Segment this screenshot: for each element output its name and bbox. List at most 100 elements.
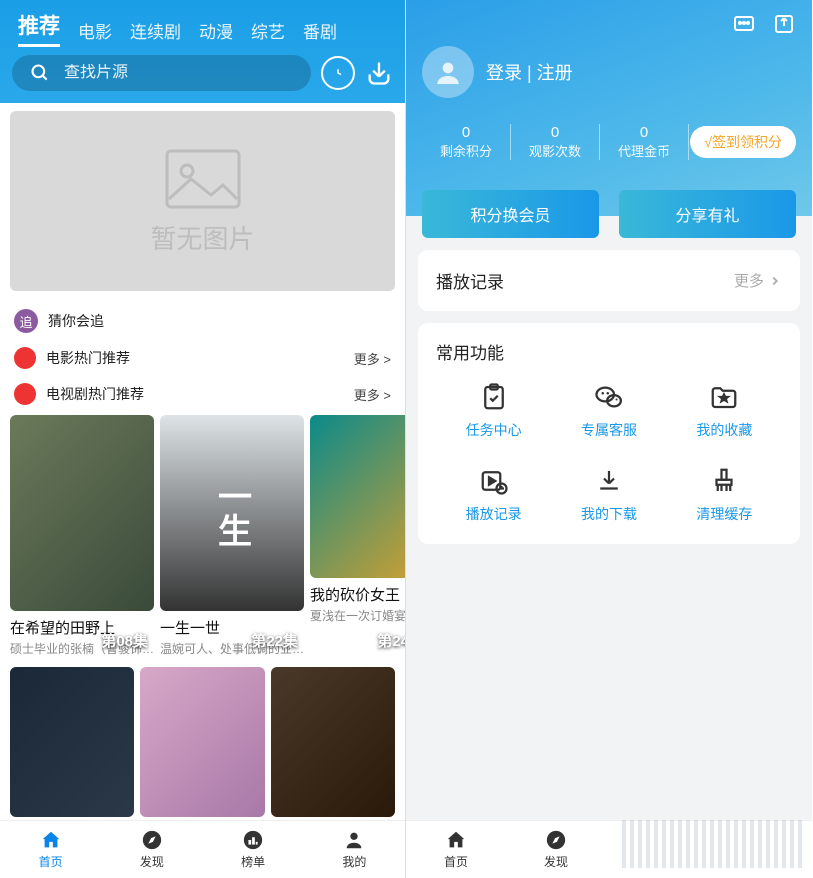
func-label: 我的下载: [581, 504, 637, 524]
more-link[interactable]: 更多 >: [354, 385, 391, 404]
red-dot-icon: [14, 347, 36, 369]
func-downloads[interactable]: 我的下载: [551, 466, 666, 524]
user-row: 登录 | 注册: [422, 46, 796, 98]
functions-card: 常用功能 任务中心 专属客服 我的收藏 播放记录 我的下载 清理缓存: [418, 323, 800, 544]
poster: 第08集: [10, 415, 154, 611]
stat-points[interactable]: 0剩余积分: [422, 124, 511, 160]
red-dot-icon: [14, 383, 36, 405]
nav-discover[interactable]: 发现: [506, 821, 606, 878]
share-button[interactable]: [772, 12, 796, 36]
profile-header: 登录 | 注册 0剩余积分 0观影次数 0代理金币 √签到领积分 积分换会员 分…: [406, 0, 812, 216]
tab-series[interactable]: 连续剧: [130, 18, 181, 47]
stat-value: 0: [440, 124, 492, 141]
history-card: 播放记录 更多: [418, 250, 800, 311]
nav-label: 榜单: [241, 853, 265, 870]
history-more[interactable]: 更多: [734, 270, 782, 291]
message-button[interactable]: [732, 12, 756, 36]
signin-button[interactable]: √签到领积分: [690, 126, 796, 158]
tab-bangumi[interactable]: 番剧: [303, 18, 337, 47]
nav-label: 首页: [444, 853, 468, 870]
stat-value: 0: [618, 124, 670, 141]
tv-grid: 第08集 在希望的田野上 硕士毕业的张楠（曹骏饰… 一生第22集 一生一世 温婉…: [0, 409, 405, 657]
login-register-link[interactable]: 登录 | 注册: [486, 59, 573, 85]
functions-title: 常用功能: [436, 339, 782, 364]
stat-label: 观影次数: [529, 141, 581, 160]
history-button[interactable]: [321, 56, 355, 90]
tab-anime[interactable]: 动漫: [199, 18, 233, 47]
nav-mine[interactable]: 我的: [304, 821, 405, 878]
folder-star-icon: [709, 382, 739, 412]
hero-text: 暂无图片: [150, 219, 254, 256]
poster: 第24集: [310, 415, 405, 578]
download-icon: [594, 466, 624, 496]
nav-discover[interactable]: 发现: [101, 821, 202, 878]
stat-watch[interactable]: 0观影次数: [511, 124, 600, 160]
clock-icon: [329, 64, 347, 82]
nav-label: 发现: [544, 853, 568, 870]
download-button[interactable]: [365, 59, 393, 87]
bottom-nav: 首页 发现: [406, 820, 812, 878]
show-card[interactable]: 一生第22集 一生一世 温婉可人、处事低调的业…: [160, 415, 304, 657]
share-gift-button[interactable]: 分享有礼: [619, 190, 796, 238]
card-title: 我的砍价女王: [310, 584, 405, 605]
nav-label: 首页: [39, 853, 63, 870]
content-area: 暂无图片 追 猜你会追 电影热门推荐 更多 > 电视剧热门推荐 更多 > 第08…: [0, 103, 405, 820]
nav-home[interactable]: 首页: [406, 821, 506, 878]
nav-rank[interactable]: 榜单: [203, 821, 304, 878]
show-card[interactable]: [10, 667, 134, 817]
tab-movie[interactable]: 电影: [78, 18, 112, 47]
chevron-right-icon: [768, 274, 782, 288]
func-label: 任务中心: [466, 420, 522, 440]
person-icon: [432, 56, 464, 88]
chart-icon: [242, 829, 264, 851]
bottom-nav: 首页 发现 榜单 我的: [0, 820, 405, 878]
tab-recommend[interactable]: 推荐: [18, 10, 60, 47]
history-title: 播放记录: [436, 268, 734, 293]
stat-value: 0: [529, 124, 581, 141]
nav-label: 我的: [342, 853, 366, 870]
show-card[interactable]: 第24集 我的砍价女王 夏浅在一次订婚宴上…: [310, 415, 405, 657]
func-favorites[interactable]: 我的收藏: [667, 382, 782, 440]
show-card[interactable]: [271, 667, 395, 817]
home-icon: [40, 829, 62, 851]
search-box[interactable]: [12, 55, 311, 91]
nav-home[interactable]: 首页: [0, 821, 101, 878]
section-tv-hot: 电视剧热门推荐 更多 >: [0, 373, 405, 409]
search-input[interactable]: [64, 64, 293, 82]
func-label: 清理缓存: [696, 504, 752, 524]
tab-variety[interactable]: 综艺: [251, 18, 285, 47]
show-card[interactable]: [140, 667, 264, 817]
avatar[interactable]: [422, 46, 474, 98]
person-icon: [343, 829, 365, 851]
more-link[interactable]: 更多 >: [354, 349, 391, 368]
func-label: 专属客服: [581, 420, 637, 440]
section-guess: 追 猜你会追: [0, 299, 405, 337]
stats-row: 0剩余积分 0观影次数 0代理金币 √签到领积分: [422, 124, 796, 160]
header: 推荐 电影 连续剧 动漫 综艺 番剧: [0, 0, 405, 103]
poster: 一生第22集: [160, 415, 304, 611]
func-label: 我的收藏: [696, 420, 752, 440]
func-history[interactable]: 播放记录: [436, 466, 551, 524]
func-support[interactable]: 专属客服: [551, 382, 666, 440]
wechat-icon: [594, 382, 624, 412]
compass-icon: [141, 829, 163, 851]
tv-grid-2: [0, 657, 405, 817]
image-placeholder-icon: [163, 147, 243, 211]
chase-badge-icon: 追: [14, 309, 38, 333]
hero-banner[interactable]: 暂无图片: [10, 111, 395, 291]
search-row: [12, 55, 393, 91]
card-subtitle: 夏浅在一次订婚宴上…: [310, 607, 405, 624]
top-actions: [422, 12, 796, 36]
brush-icon: [709, 466, 739, 496]
show-card[interactable]: 第08集 在希望的田野上 硕士毕业的张楠（曹骏饰…: [10, 415, 154, 657]
search-icon: [30, 63, 50, 83]
functions-grid: 任务中心 专属客服 我的收藏 播放记录 我的下载 清理缓存: [436, 382, 782, 524]
section-title: 电影热门推荐: [46, 348, 344, 368]
home-icon: [445, 829, 467, 851]
func-clear-cache[interactable]: 清理缓存: [667, 466, 782, 524]
points-vip-button[interactable]: 积分换会员: [422, 190, 599, 238]
func-tasks[interactable]: 任务中心: [436, 382, 551, 440]
compass-icon: [545, 829, 567, 851]
stat-coin[interactable]: 0代理金币: [600, 124, 689, 160]
stat-label: 代理金币: [618, 141, 670, 160]
